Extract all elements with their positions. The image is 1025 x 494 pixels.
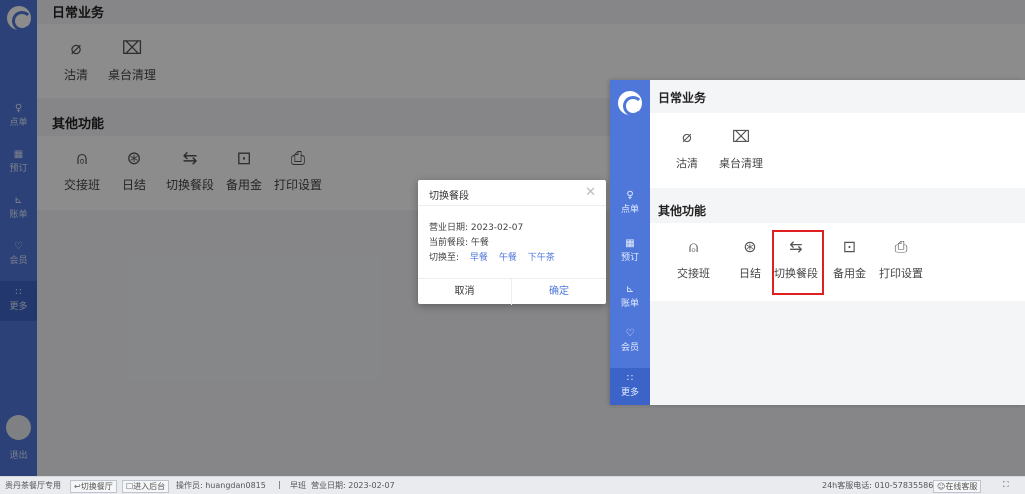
zoom-nav-bill[interactable]: ⊾ 账单 (610, 284, 650, 309)
zoom-nav-more[interactable]: ∷ 更多 (610, 368, 650, 405)
option-breakfast[interactable]: 早餐 (470, 253, 488, 263)
dialog-switch-row: 切换至: 早餐 午餐 下午茶 (429, 250, 555, 263)
dialog-title: 切换餐段 (429, 191, 469, 202)
zoom-sidebar: ♀ 点单 ▦ 预订 ⊾ 账单 ♡ 会员 ∷ 更多 (610, 80, 650, 405)
zoom-item-table-clean[interactable]: ⌧ 桌台清理 (719, 127, 763, 171)
zoom-item-shift[interactable]: ⍝ 交接班 (677, 237, 710, 281)
order-icon: ♀ (626, 190, 634, 201)
more-icon: ∷ (626, 373, 634, 384)
zoom-content: 日常业务 ⌀ 沽清 ⌧ 桌台清理 其他功能 ⍝ 交接班 ⊛ 日结 ⇆ 切换餐段 … (650, 80, 1025, 405)
shift-icon: ⍝ (688, 237, 699, 256)
dialog-business-date: 营业日期: 2023-02-07 (429, 223, 524, 233)
print-icon: ⎙ (894, 237, 908, 256)
dialog-footer: 取消 确定 (418, 278, 606, 305)
enter-backend-button[interactable]: ☐进入后台 (122, 480, 170, 493)
switch-to-label: 切换至: (429, 253, 460, 263)
dialog-current-meal: 当前餐段: 午餐 (429, 238, 489, 248)
shift-text: 早班 (290, 481, 306, 490)
reserve-icon: ▦ (625, 238, 635, 249)
zoom-nav-reserve[interactable]: ▦ 预订 (610, 238, 650, 263)
status-separator: | (278, 480, 281, 489)
zoom-item-clean[interactable]: ⌀ 沽清 (676, 127, 698, 171)
zoom-daily-title: 日常业务 (658, 91, 707, 105)
zoom-other-strip: ⍝ 交接班 ⊛ 日结 ⇆ 切换餐段 ⊡ 备用金 ⎙ 打印设置 (650, 223, 1025, 301)
daily-settle-icon: ⊛ (743, 237, 757, 256)
confirm-button[interactable]: 确定 (512, 279, 606, 305)
zoom-app-logo-icon (618, 91, 643, 116)
zoom-item-daily-settle[interactable]: ⊛ 日结 (739, 237, 761, 281)
zoom-item-reserve-fund[interactable]: ⊡ 备用金 (833, 237, 866, 281)
clean-icon: ⌀ (682, 127, 692, 146)
store-name: 贵丹茶餐厅专用 (5, 481, 61, 490)
zoom-daily-strip: ⌀ 沽清 ⌧ 桌台清理 (650, 113, 1025, 188)
zoom-other-title: 其他功能 (658, 204, 707, 218)
switch-meal-dialog: 切换餐段 ✕ 营业日期: 2023-02-07 当前餐段: 午餐 切换至: 早餐… (418, 180, 606, 305)
operator-text: 操作员: huangdan0815 (176, 481, 266, 490)
cancel-button[interactable]: 取消 (418, 279, 512, 305)
reserve-fund-icon: ⊡ (842, 237, 857, 256)
zoom-item-print[interactable]: ⎙ 打印设置 (879, 237, 923, 281)
status-bar: 贵丹茶餐厅专用 ↩切换餐厅 ☐进入后台 操作员: huangdan0815 | … (0, 476, 1025, 494)
switch-store-button[interactable]: ↩切换餐厅 (70, 480, 117, 493)
zoom-nav-member[interactable]: ♡ 会员 (610, 328, 650, 353)
hotline-text: 24h客服电话: 010-57835586 (822, 481, 934, 490)
zoomed-view: ♀ 点单 ▦ 预订 ⊾ 账单 ♡ 会员 ∷ 更多 日常业务 ⌀ 沽清 ⌧ 桌台清… (610, 80, 1025, 405)
dialog-header: 切换餐段 ✕ (418, 180, 606, 206)
option-lunch[interactable]: 午餐 (499, 253, 517, 263)
switch-meal-highlight-box (772, 230, 824, 295)
member-icon: ♡ (625, 328, 635, 339)
option-afternoon-tea[interactable]: 下午茶 (528, 253, 555, 263)
online-service-button[interactable]: ☺在线客服 (933, 480, 982, 493)
business-date-text: 营业日期: 2023-02-07 (311, 481, 395, 490)
expand-icon[interactable]: ⛶ (1003, 480, 1009, 490)
zoom-nav-order[interactable]: ♀ 点单 (610, 190, 650, 215)
bill-icon: ⊾ (625, 284, 635, 295)
table-clean-icon: ⌧ (731, 127, 751, 146)
close-icon[interactable]: ✕ (585, 185, 596, 200)
